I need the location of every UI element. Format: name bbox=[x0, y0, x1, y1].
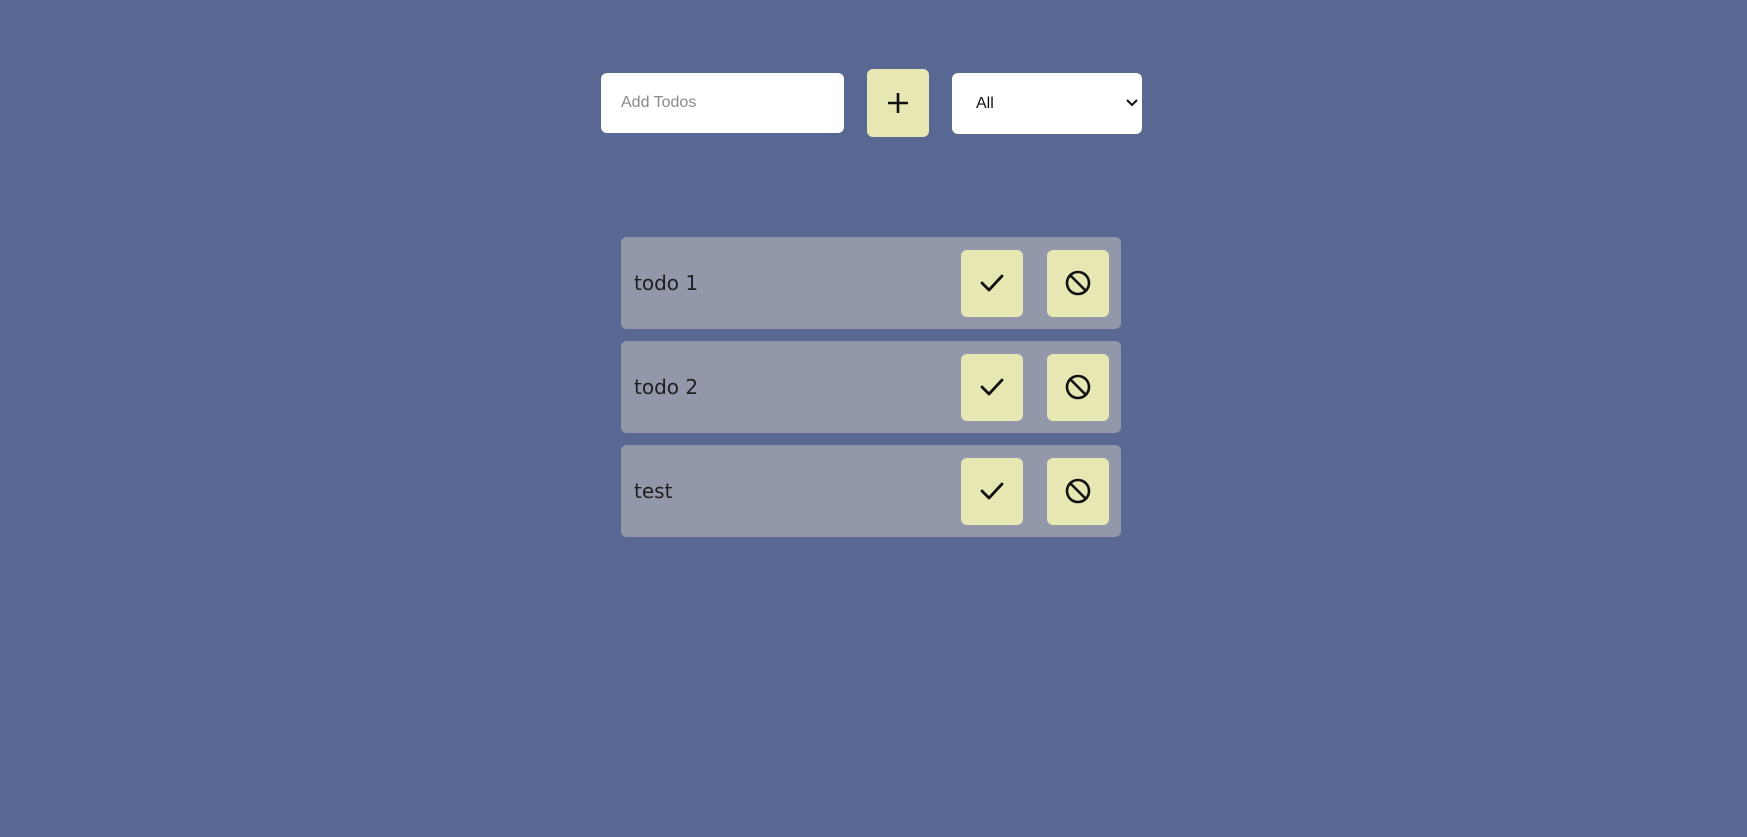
check-icon bbox=[980, 481, 1004, 501]
todo-list: todo 1 todo 2 test bbox=[621, 237, 1121, 549]
plus-icon bbox=[887, 92, 909, 114]
check-icon bbox=[980, 273, 1004, 293]
ban-icon bbox=[1065, 270, 1091, 296]
add-todo-input[interactable] bbox=[601, 73, 844, 133]
filter-select[interactable]: All bbox=[952, 72, 1142, 134]
todo-item: test bbox=[621, 445, 1121, 537]
todo-text: todo 1 bbox=[634, 271, 699, 295]
ban-icon bbox=[1065, 374, 1091, 400]
check-icon bbox=[980, 377, 1004, 397]
add-todo-button[interactable] bbox=[867, 69, 929, 137]
todo-text: test bbox=[634, 479, 673, 503]
delete-button[interactable] bbox=[1047, 353, 1109, 421]
delete-button[interactable] bbox=[1047, 249, 1109, 317]
todo-form: All bbox=[601, 69, 1142, 137]
complete-button[interactable] bbox=[961, 353, 1023, 421]
todo-item: todo 1 bbox=[621, 237, 1121, 329]
filter-dropdown: All bbox=[952, 72, 1142, 134]
todo-text: todo 2 bbox=[634, 375, 699, 399]
delete-button[interactable] bbox=[1047, 457, 1109, 525]
complete-button[interactable] bbox=[961, 457, 1023, 525]
todo-item: todo 2 bbox=[621, 341, 1121, 433]
ban-icon bbox=[1065, 478, 1091, 504]
complete-button[interactable] bbox=[961, 249, 1023, 317]
